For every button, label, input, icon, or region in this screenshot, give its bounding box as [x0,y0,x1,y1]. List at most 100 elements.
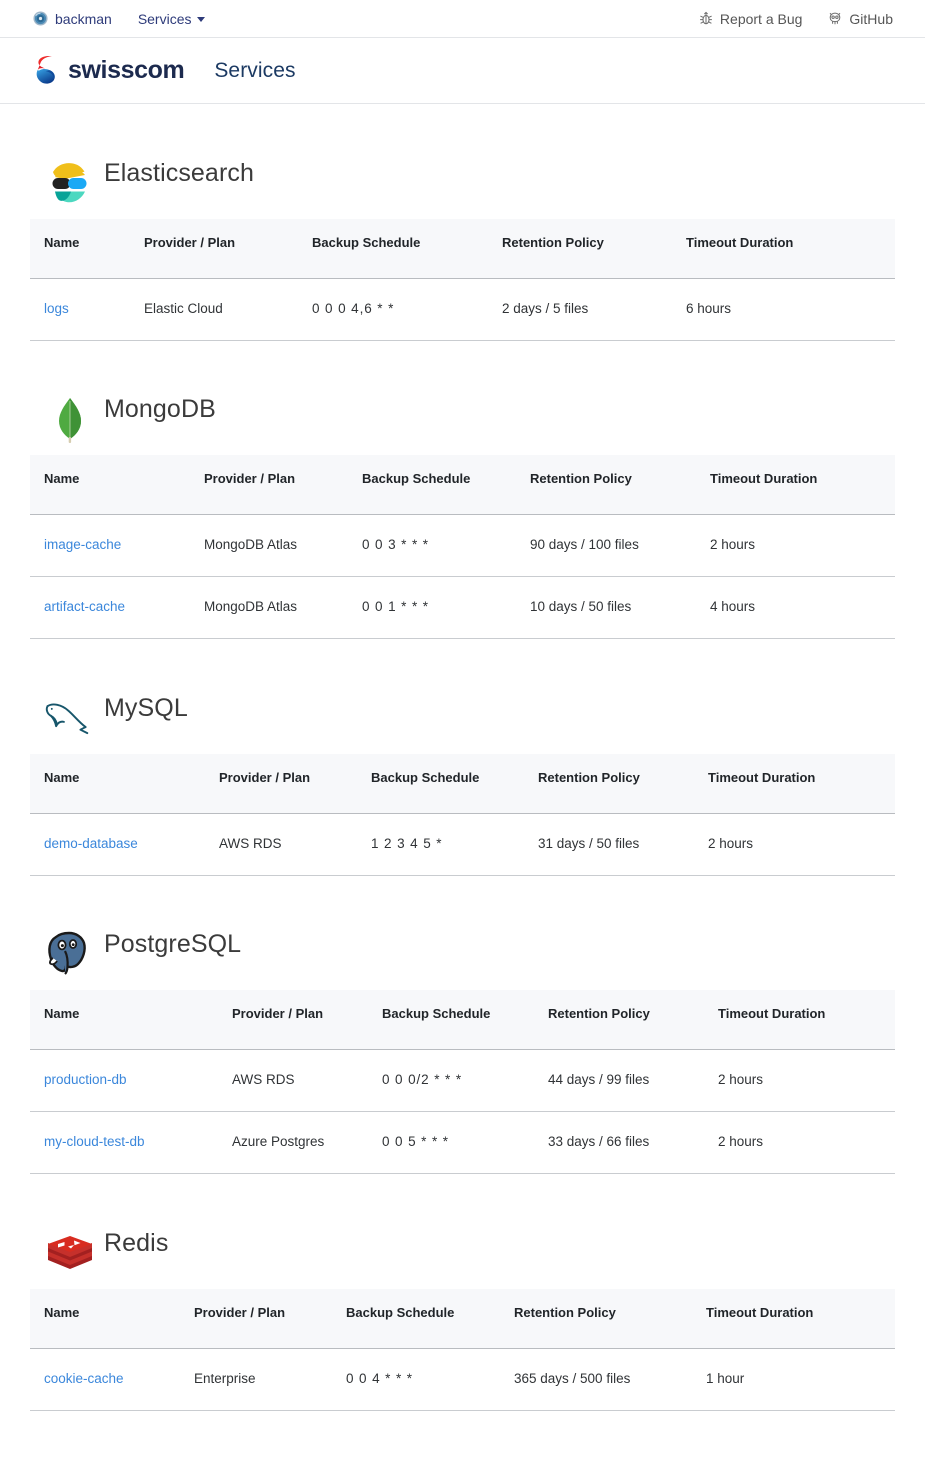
cell-retention: 90 days / 100 files [516,514,696,577]
cell-name: my-cloud-test-db [30,1111,218,1174]
cell-schedule: 0 0 0 4,6 * * [298,278,488,341]
backman-brand-label: backman [55,10,112,27]
table-header-row: Name Provider / Plan Backup Schedule Ret… [30,753,895,814]
table-row: demo-database AWS RDS 1 2 3 4 5 * 31 day… [30,813,895,876]
cell-name: artifact-cache [30,576,190,639]
github-link[interactable]: GitHub [828,11,893,27]
column-header-name: Name [30,753,205,814]
cell-provider: MongoDB Atlas [190,576,348,639]
column-header-name: Name [30,455,190,515]
service-title: Elasticsearch [104,158,254,187]
cell-timeout: 2 hours [704,1049,895,1112]
swisscom-logo-text: swisscom [68,56,185,84]
cell-name: image-cache [30,514,190,577]
service-instance-link[interactable]: demo-database [44,836,138,851]
column-header-retention-policy: Retention Policy [500,1288,692,1349]
column-header-timeout-duration: Timeout Duration [672,218,895,279]
table-row: artifact-cache MongoDB Atlas 0 0 1 * * *… [30,576,895,639]
cell-name: demo-database [30,813,205,876]
cell-name: logs [30,278,130,341]
cell-provider: Elastic Cloud [130,278,298,341]
table-header: Name Provider / Plan Backup Schedule Ret… [30,1288,895,1349]
cell-schedule: 0 0 3 * * * [348,514,516,577]
page-title: Services [214,58,296,82]
cell-provider: AWS RDS [205,813,357,876]
bug-icon [699,11,713,26]
chevron-down-icon [196,17,205,22]
cell-name: cookie-cache [30,1348,180,1411]
column-header-backup-schedule: Backup Schedule [357,753,524,814]
backman-brand-link[interactable]: backman [33,11,112,27]
cell-provider: AWS RDS [218,1049,368,1112]
topbar-left-group: backman Services [33,11,205,27]
table-row: production-db AWS RDS 0 0 0/2 * * * 44 d… [30,1049,895,1112]
services-content: Elasticsearch Name Provider / Plan Backu… [0,112,925,1411]
services-table-elasticsearch: Name Provider / Plan Backup Schedule Ret… [30,218,895,341]
table-body: logs Elastic Cloud 0 0 0 4,6 * * 2 days … [30,278,895,341]
cell-schedule: 0 0 5 * * * [368,1111,534,1174]
mysql-icon [44,692,96,744]
report-a-bug-link[interactable]: Report a Bug [699,11,802,27]
services-table-mongodb: Name Provider / Plan Backup Schedule Ret… [30,455,895,639]
cell-retention: 31 days / 50 files [524,813,694,876]
service-header-redis: Redis [30,1182,895,1289]
column-header-timeout-duration: Timeout Duration [694,753,895,814]
table-body: cookie-cache Enterprise 0 0 4 * * * 365 … [30,1348,895,1411]
table-body: demo-database AWS RDS 1 2 3 4 5 * 31 day… [30,813,895,876]
service-section-mysql: MySQL Name Provider / Plan Backup Schedu… [30,647,895,876]
services-table-postgresql: Name Provider / Plan Backup Schedule Ret… [30,990,895,1174]
postgresql-icon [44,928,96,980]
service-section-mongodb: MongoDB Name Provider / Plan Backup Sche… [30,349,895,639]
disc-icon [33,11,48,26]
table-header-row: Name Provider / Plan Backup Schedule Ret… [30,455,895,515]
cell-retention: 44 days / 99 files [534,1049,704,1112]
column-header-retention-policy: Retention Policy [534,990,704,1050]
cell-timeout: 2 hours [704,1111,895,1174]
service-instance-link[interactable]: my-cloud-test-db [44,1134,145,1149]
column-header-backup-schedule: Backup Schedule [368,990,534,1050]
github-label: GitHub [849,10,893,27]
column-header-retention-policy: Retention Policy [516,455,696,515]
cell-schedule: 0 0 0/2 * * * [368,1049,534,1112]
column-header-timeout-duration: Timeout Duration [696,455,895,515]
service-instance-link[interactable]: logs [44,301,69,316]
table-row: image-cache MongoDB Atlas 0 0 3 * * * 90… [30,514,895,577]
services-table-mysql: Name Provider / Plan Backup Schedule Ret… [30,753,895,876]
service-instance-link[interactable]: production-db [44,1072,127,1087]
column-header-timeout-duration: Timeout Duration [704,990,895,1050]
elasticsearch-icon [44,157,96,209]
cell-name: production-db [30,1049,218,1112]
swisscom-lifeform-icon [33,54,60,87]
table-row: cookie-cache Enterprise 0 0 4 * * * 365 … [30,1348,895,1411]
service-section-redis: Redis Name Provider / Plan Backup Schedu… [30,1182,895,1411]
table-body: production-db AWS RDS 0 0 0/2 * * * 44 d… [30,1049,895,1174]
service-instance-link[interactable]: image-cache [44,537,121,552]
cell-retention: 33 days / 66 files [534,1111,704,1174]
column-header-name: Name [30,1288,180,1349]
cell-retention: 10 days / 50 files [516,576,696,639]
cell-timeout: 2 hours [696,514,895,577]
service-instance-link[interactable]: artifact-cache [44,599,125,614]
column-header-provider-plan: Provider / Plan [218,990,368,1050]
table-header: Name Provider / Plan Backup Schedule Ret… [30,455,895,515]
service-section-postgresql: PostgreSQL Name Provider / Plan Backup S… [30,884,895,1174]
column-header-name: Name [30,990,218,1050]
cell-provider: Enterprise [180,1348,332,1411]
service-header-elasticsearch: Elasticsearch [30,112,895,219]
topbar-nav-services[interactable]: Services [138,11,205,27]
table-header-row: Name Provider / Plan Backup Schedule Ret… [30,990,895,1050]
topbar-nav-services-label: Services [137,10,192,27]
service-title: PostgreSQL [104,930,242,959]
cell-timeout: 2 hours [694,813,895,876]
column-header-provider-plan: Provider / Plan [190,455,348,515]
service-title: Redis [104,1228,169,1257]
column-header-provider-plan: Provider / Plan [180,1288,332,1349]
swisscom-logo-link[interactable]: swisscom [33,54,185,87]
mongodb-icon [44,393,96,445]
cell-timeout: 4 hours [696,576,895,639]
column-header-backup-schedule: Backup Schedule [348,455,516,515]
github-icon [828,11,842,26]
service-instance-link[interactable]: cookie-cache [44,1371,124,1386]
service-header-postgresql: PostgreSQL [30,884,895,991]
table-header-row: Name Provider / Plan Backup Schedule Ret… [30,218,895,279]
